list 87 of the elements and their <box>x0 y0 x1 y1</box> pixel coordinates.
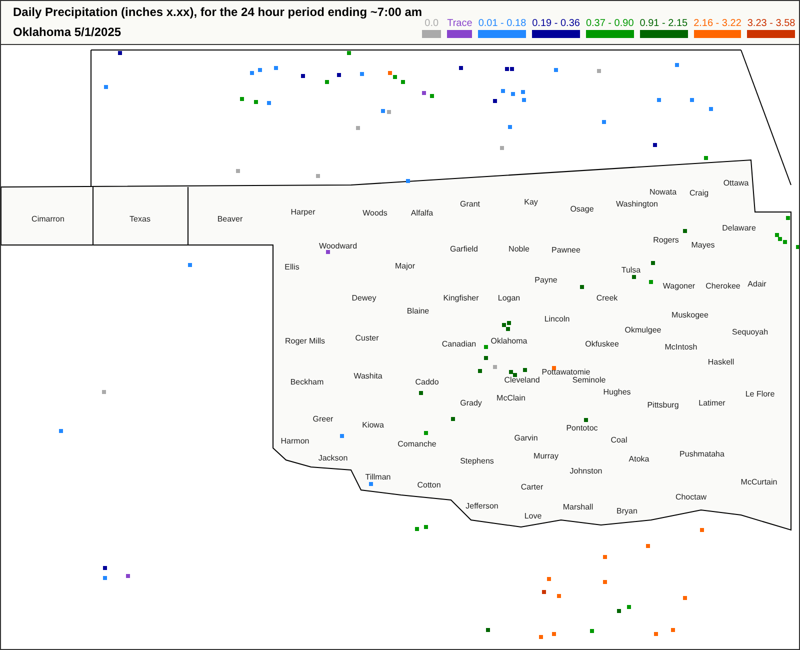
county-label: Washington <box>616 200 658 208</box>
county-label: Craig <box>689 188 709 198</box>
county-label: Garfield <box>450 244 478 254</box>
county-label: Caddo <box>415 378 439 386</box>
county-label: Payne <box>534 276 558 284</box>
county-label: Beaver <box>217 214 243 224</box>
county-label: Jackson <box>318 454 348 462</box>
county-label: Dewey <box>352 294 376 302</box>
legend-label: 2.16 - 3.22 <box>694 18 742 29</box>
county-label: Seminole <box>572 376 606 384</box>
county-label: Pawnee <box>552 246 580 254</box>
county-label: Harmon <box>280 436 310 446</box>
county-label: Wagoner <box>662 282 696 290</box>
county-label: Grant <box>460 200 480 208</box>
county-label: Greer <box>312 414 334 424</box>
county-label: Kingfisher <box>443 294 479 302</box>
county-label: Pittsburg <box>647 400 679 410</box>
county-label: Harper <box>290 208 316 216</box>
county-label: Choctaw <box>675 492 707 502</box>
county-label: Comanche <box>398 440 436 448</box>
county-label: Major <box>395 262 415 270</box>
legend-label: 3.23 - 3.58 <box>747 18 796 29</box>
county-label: Carter <box>520 482 544 492</box>
county-label: Okmulgee <box>624 326 662 334</box>
county-label: Mayes <box>691 240 715 250</box>
county-label: Garvin <box>514 434 538 442</box>
county-label: Rogers <box>653 236 679 244</box>
county-label: Jefferson <box>466 502 498 510</box>
county-label: Stephens <box>460 456 494 466</box>
county-label: Cimarron <box>32 214 64 224</box>
county-label: Latimer <box>698 398 726 408</box>
legend-label: 0.19 - 0.36 <box>532 18 580 29</box>
county-label: Cleveland <box>504 376 540 384</box>
county-label: Ottawa <box>723 178 749 188</box>
county-label: Kiowa <box>362 420 384 430</box>
county-label: Johnston <box>570 466 602 476</box>
county-label: Bryan <box>616 506 638 516</box>
county-label: Pontotoc <box>566 424 598 432</box>
county-label: Love <box>524 512 542 520</box>
map-title: Daily Precipitation (inches x.xx), for the 24 hour period ending ~7:00 am <box>13 5 422 19</box>
county-label: Grady <box>460 398 482 408</box>
county-label: Pushmataha <box>680 450 724 458</box>
county-label: Delaware <box>722 224 756 232</box>
county-label: Osage <box>570 204 594 214</box>
county-label: Atoka <box>628 454 650 464</box>
county-label: Oklahoma <box>490 336 528 346</box>
county-label: Murray <box>534 452 558 460</box>
county-label: Lincoln <box>544 314 570 324</box>
county-label: Texas <box>130 214 150 224</box>
county-label: McCurtain <box>740 478 778 486</box>
county-label: Creek <box>596 294 618 302</box>
county-label: Hughes <box>603 388 631 396</box>
county-label: Woods <box>362 208 388 218</box>
county-label: Beckham <box>290 378 324 386</box>
county-label: McIntosh <box>664 342 698 352</box>
county-label: Adair <box>748 280 766 288</box>
county-label: Nowata <box>649 188 677 196</box>
county-label: Kay <box>524 198 538 206</box>
county-label: Washita <box>354 372 382 380</box>
legend-label: 0.01 - 0.18 <box>478 18 526 29</box>
county-label: Blaine <box>406 306 430 316</box>
legend-label: 0.0 <box>424 18 439 29</box>
county-label: McClain <box>496 394 526 402</box>
county-label: Woodward <box>318 242 358 250</box>
county-label: Marshall <box>562 502 594 512</box>
county-label: Le Flore <box>745 390 775 398</box>
county-label: Tulsa <box>621 266 641 274</box>
county-label: Tillman <box>365 472 391 482</box>
county-label: Noble <box>508 244 530 254</box>
county-label: Roger Mills <box>285 336 325 346</box>
county-label: Alfalfa <box>410 208 434 218</box>
county-label: Logan <box>498 294 520 302</box>
county-label: Custer <box>355 334 379 342</box>
county-label: Cotton <box>417 480 441 490</box>
county-label: Okfuskee <box>585 340 619 348</box>
county-label: Cherokee <box>706 282 740 290</box>
legend-label: Trace <box>447 18 472 29</box>
county-label: Coal <box>610 436 628 444</box>
county-label: Haskell <box>708 358 734 366</box>
county-label: Ellis <box>284 262 300 272</box>
legend-label: 0.37 - 0.90 <box>586 18 634 29</box>
county-label: Canadian <box>442 340 476 348</box>
map-subtitle: Oklahoma 5/1/2025 <box>13 25 122 39</box>
county-label: Muskogee <box>672 310 708 320</box>
legend-label: 0.91 - 2.15 <box>640 18 688 29</box>
county-label: Sequoyah <box>732 328 768 336</box>
county-label: Pottawatomie <box>542 368 590 376</box>
